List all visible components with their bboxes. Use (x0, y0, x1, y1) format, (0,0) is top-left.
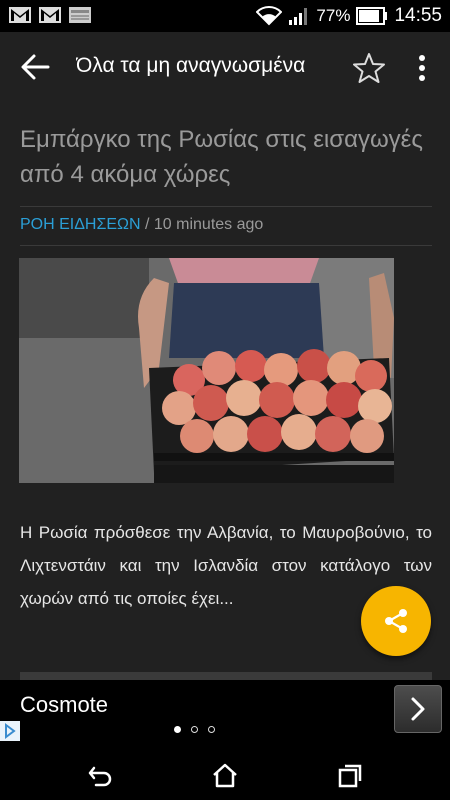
image-notification-icon (69, 7, 91, 23)
next-card-edge (20, 672, 432, 680)
pager-dot[interactable] (208, 726, 215, 733)
chevron-right-icon (411, 697, 425, 721)
divider (20, 206, 432, 207)
clock: 14:55 (394, 5, 442, 26)
article-meta: ΡΟΗ ΕΙΔΗΣΕΩΝ / 10 minutes ago (20, 216, 263, 234)
gmail-icon (9, 7, 31, 23)
wifi-icon (256, 6, 283, 26)
nav-recents-icon[interactable] (334, 760, 366, 792)
nav-back-icon[interactable] (84, 760, 116, 792)
battery-icon (356, 7, 388, 25)
peaches-photo (19, 258, 394, 483)
status-bar: 77% 14:55 (0, 0, 450, 32)
article-time: 10 minutes ago (153, 216, 264, 233)
ad-next-button[interactable] (394, 685, 442, 733)
ad-brand[interactable]: Cosmote (20, 692, 108, 718)
pager-dot[interactable] (191, 726, 198, 733)
page-title: Όλα τα μη αναγνωσμένα (76, 54, 306, 77)
signal-icon (289, 8, 308, 25)
share-icon (385, 609, 407, 633)
category-link[interactable]: ΡΟΗ ΕΙΔΗΣΕΩΝ (20, 216, 141, 233)
article-image[interactable] (19, 258, 394, 483)
star-icon[interactable] (352, 51, 386, 85)
article-headline[interactable]: Εμπάργκο της Ρωσίας στις εισαγωγές από 4… (20, 122, 432, 192)
gmail-icon (39, 7, 61, 23)
app-bar: Όλα τα μη αναγνωσμένα (0, 32, 450, 102)
battery-percent: 77% (316, 6, 351, 25)
system-nav-bar (0, 752, 450, 800)
share-button[interactable] (361, 586, 431, 656)
divider (20, 245, 432, 246)
back-arrow-icon[interactable] (18, 52, 52, 82)
ad-banner[interactable]: Cosmote (0, 680, 450, 752)
pager-dot[interactable] (174, 726, 181, 733)
ad-pager (174, 726, 215, 733)
meta-separator: / (140, 216, 154, 233)
more-vert-icon[interactable] (410, 51, 434, 85)
adchoices-icon[interactable] (0, 721, 20, 741)
nav-home-icon[interactable] (209, 760, 241, 792)
